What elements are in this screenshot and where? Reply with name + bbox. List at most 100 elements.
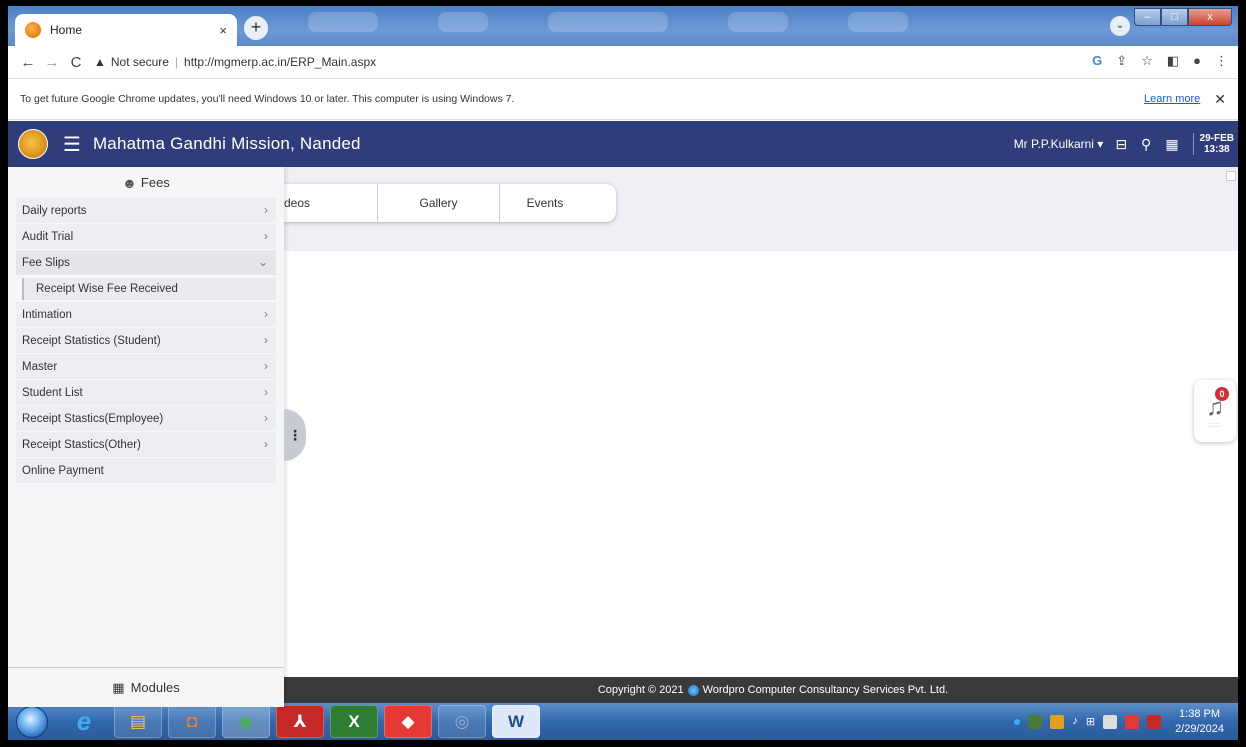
sidebar-item-receipt-stastics-other[interactable]: Receipt Stastics(Other) › bbox=[16, 432, 276, 458]
globe-icon bbox=[687, 684, 699, 696]
network-icon[interactable]: ⊞ bbox=[1086, 715, 1095, 729]
learn-more-link[interactable]: Learn more bbox=[1144, 93, 1200, 105]
action-center-flag-icon[interactable] bbox=[1103, 714, 1118, 729]
sidebar-item-master[interactable]: Master › bbox=[16, 354, 276, 380]
warning-triangle-icon[interactable]: ▲ bbox=[94, 55, 106, 69]
modules-button[interactable]: ▦ Modules bbox=[8, 667, 284, 707]
tray-app-icon[interactable] bbox=[1147, 714, 1162, 729]
hamburger-menu-icon[interactable]: ☰ bbox=[63, 132, 81, 157]
system-clock[interactable]: 1:38 PM 2/29/2024 bbox=[1175, 707, 1224, 737]
sidebar-item-label: Fee Slips bbox=[22, 256, 70, 269]
tab-strip-decoration bbox=[438, 12, 488, 32]
chevron-right-icon: › bbox=[264, 333, 268, 347]
apps-grid-icon[interactable]: ▦ bbox=[1165, 136, 1178, 153]
toolbar-actions: G ⇪ ☆ ◧ ● ⋮ bbox=[1092, 53, 1228, 69]
sidebar-item-daily-reports[interactable]: Daily reports › bbox=[16, 198, 276, 224]
close-window-button[interactable]: x bbox=[1188, 8, 1232, 26]
start-button-icon[interactable] bbox=[16, 705, 48, 738]
tab-title: Home bbox=[50, 23, 83, 37]
browser-tab-strip: Home × + ⌄ – □ x bbox=[8, 6, 1238, 46]
clock-date: 2/29/2024 bbox=[1175, 722, 1224, 735]
user-menu[interactable]: Mr P.P.Kulkarni ▾ bbox=[1014, 137, 1104, 151]
clock-time: 1:38 PM bbox=[1179, 707, 1221, 720]
tab-strip-decoration bbox=[728, 12, 788, 32]
screen: Home × + ⌄ – □ x ← → C ▲ Not secure | ht… bbox=[8, 6, 1238, 740]
sidebar-heading[interactable]: ☻ Fees bbox=[8, 167, 284, 198]
institution-logo[interactable] bbox=[18, 129, 48, 159]
word-icon[interactable]: W bbox=[492, 705, 540, 738]
minimize-button[interactable]: – bbox=[1134, 8, 1161, 26]
sidebar-item-label: Receipt Statistics (Student) bbox=[22, 334, 161, 347]
back-arrow-icon[interactable]: ← bbox=[16, 54, 40, 71]
tab-videos[interactable]: deos bbox=[268, 184, 378, 222]
media-player-icon[interactable]: ◘ bbox=[168, 705, 216, 738]
notifications-widget[interactable]: ♫ 0 :::: bbox=[1194, 380, 1236, 442]
sidebar-item-label: Daily reports bbox=[22, 204, 87, 217]
sidebar-item-student-list[interactable]: Student List › bbox=[16, 380, 276, 406]
chevron-right-icon: › bbox=[264, 203, 268, 217]
infobar-message: To get future Google Chrome updates, you… bbox=[20, 93, 515, 105]
tab-strip-decoration bbox=[848, 12, 908, 32]
briefcase-icon[interactable]: ⊟ bbox=[1115, 136, 1127, 153]
more-menu-icon[interactable]: ⋮ bbox=[1215, 53, 1228, 69]
page-title: Mahatma Gandhi Mission, Nanded bbox=[92, 134, 361, 153]
tray-app-icon[interactable] bbox=[1028, 714, 1043, 729]
profile-avatar-icon[interactable]: ● bbox=[1193, 53, 1201, 69]
tab-gallery[interactable]: Gallery bbox=[378, 184, 500, 222]
tab-close-icon[interactable]: × bbox=[219, 23, 227, 38]
sidebar-item-receipt-stastics-employee[interactable]: Receipt Stastics(Employee) › bbox=[16, 406, 276, 432]
browser-tab-home[interactable]: Home × bbox=[15, 14, 237, 46]
reload-icon[interactable]: C bbox=[64, 54, 88, 71]
sidebar-item-intimation[interactable]: Intimation › bbox=[16, 302, 276, 328]
chevron-right-icon: › bbox=[264, 229, 268, 243]
excel-icon[interactable]: X bbox=[330, 705, 378, 738]
search-icon[interactable]: ⚲ bbox=[1141, 136, 1151, 153]
chrome-icon[interactable]: ◉ bbox=[222, 705, 270, 738]
url-text[interactable]: http://mgmerp.ac.in/ERP_Main.aspx bbox=[184, 55, 376, 69]
sidebar-item-label: Online Payment bbox=[22, 464, 104, 477]
anydesk-icon[interactable]: ◆ bbox=[384, 705, 432, 738]
system-tray: ♪ ⊞ 1:38 PM 2/29/2024 bbox=[1014, 703, 1224, 740]
chevron-right-icon: › bbox=[264, 359, 268, 373]
chevron-right-icon: › bbox=[264, 437, 268, 451]
app-swirl-icon[interactable]: ◎ bbox=[438, 705, 486, 738]
sidebar-subitem-receipt-wise-fee-received[interactable]: Receipt Wise Fee Received bbox=[22, 278, 276, 300]
sidebar-item-audit-trial[interactable]: Audit Trial › bbox=[16, 224, 276, 250]
update-infobar: To get future Google Chrome updates, you… bbox=[8, 78, 1238, 120]
windows-taskbar: e ▤ ◘ ◉ ⅄ X ◆ ◎ W ♪ ⊞ 1:38 PM 2/29/2024 bbox=[8, 703, 1238, 740]
chevron-right-icon: › bbox=[264, 307, 268, 321]
tray-app-icon[interactable] bbox=[1050, 714, 1065, 729]
forward-arrow-icon[interactable]: → bbox=[40, 54, 64, 71]
security-label: Not secure bbox=[110, 55, 169, 69]
sidebar-item-label: Master bbox=[22, 360, 58, 373]
date-time-badge: 29-FEB 13:38 bbox=[1192, 133, 1238, 155]
sidebar-subitem-label: Receipt Wise Fee Received bbox=[36, 283, 178, 295]
corner-checkbox[interactable] bbox=[1226, 171, 1236, 181]
chevron-down-icon: ⌄ bbox=[257, 255, 268, 269]
internet-explorer-icon[interactable]: e bbox=[60, 705, 108, 738]
sidebar-item-receipt-statistics-student[interactable]: Receipt Statistics (Student) › bbox=[16, 328, 276, 354]
sidebar-item-online-payment[interactable]: Online Payment bbox=[16, 458, 276, 484]
date-text: 29-FEB bbox=[1199, 133, 1234, 144]
address-bar[interactable]: ▲ Not secure | http://mgmerp.ac.in/ERP_M… bbox=[94, 55, 376, 69]
window-controls: – □ x bbox=[1134, 8, 1232, 26]
bookmark-star-icon[interactable]: ☆ bbox=[1141, 53, 1153, 69]
network-dot-icon[interactable] bbox=[1014, 718, 1021, 725]
apps-grid-icon: ▦ bbox=[112, 679, 125, 695]
file-explorer-icon[interactable]: ▤ bbox=[114, 705, 162, 738]
google-lens-icon[interactable]: G bbox=[1092, 53, 1102, 69]
side-panel-icon[interactable]: ◧ bbox=[1167, 53, 1179, 69]
tab-events[interactable]: Events bbox=[500, 184, 590, 222]
acrobat-icon[interactable]: ⅄ bbox=[276, 705, 324, 738]
sidebar-item-fee-slips[interactable]: Fee Slips ⌄ bbox=[16, 250, 276, 276]
bell-icon[interactable]: ♫ bbox=[1194, 394, 1236, 422]
volume-icon[interactable]: ♪ bbox=[1072, 715, 1078, 729]
new-tab-button[interactable]: + bbox=[244, 16, 268, 40]
user-money-icon: ☻ bbox=[122, 174, 137, 191]
tab-search-dropdown-icon[interactable]: ⌄ bbox=[1110, 16, 1130, 36]
tray-anydesk-icon[interactable] bbox=[1125, 714, 1140, 729]
close-icon[interactable]: ✕ bbox=[1214, 91, 1226, 108]
notification-dots: :::: bbox=[1209, 422, 1221, 429]
share-icon[interactable]: ⇪ bbox=[1116, 53, 1127, 69]
maximize-button[interactable]: □ bbox=[1161, 8, 1188, 26]
